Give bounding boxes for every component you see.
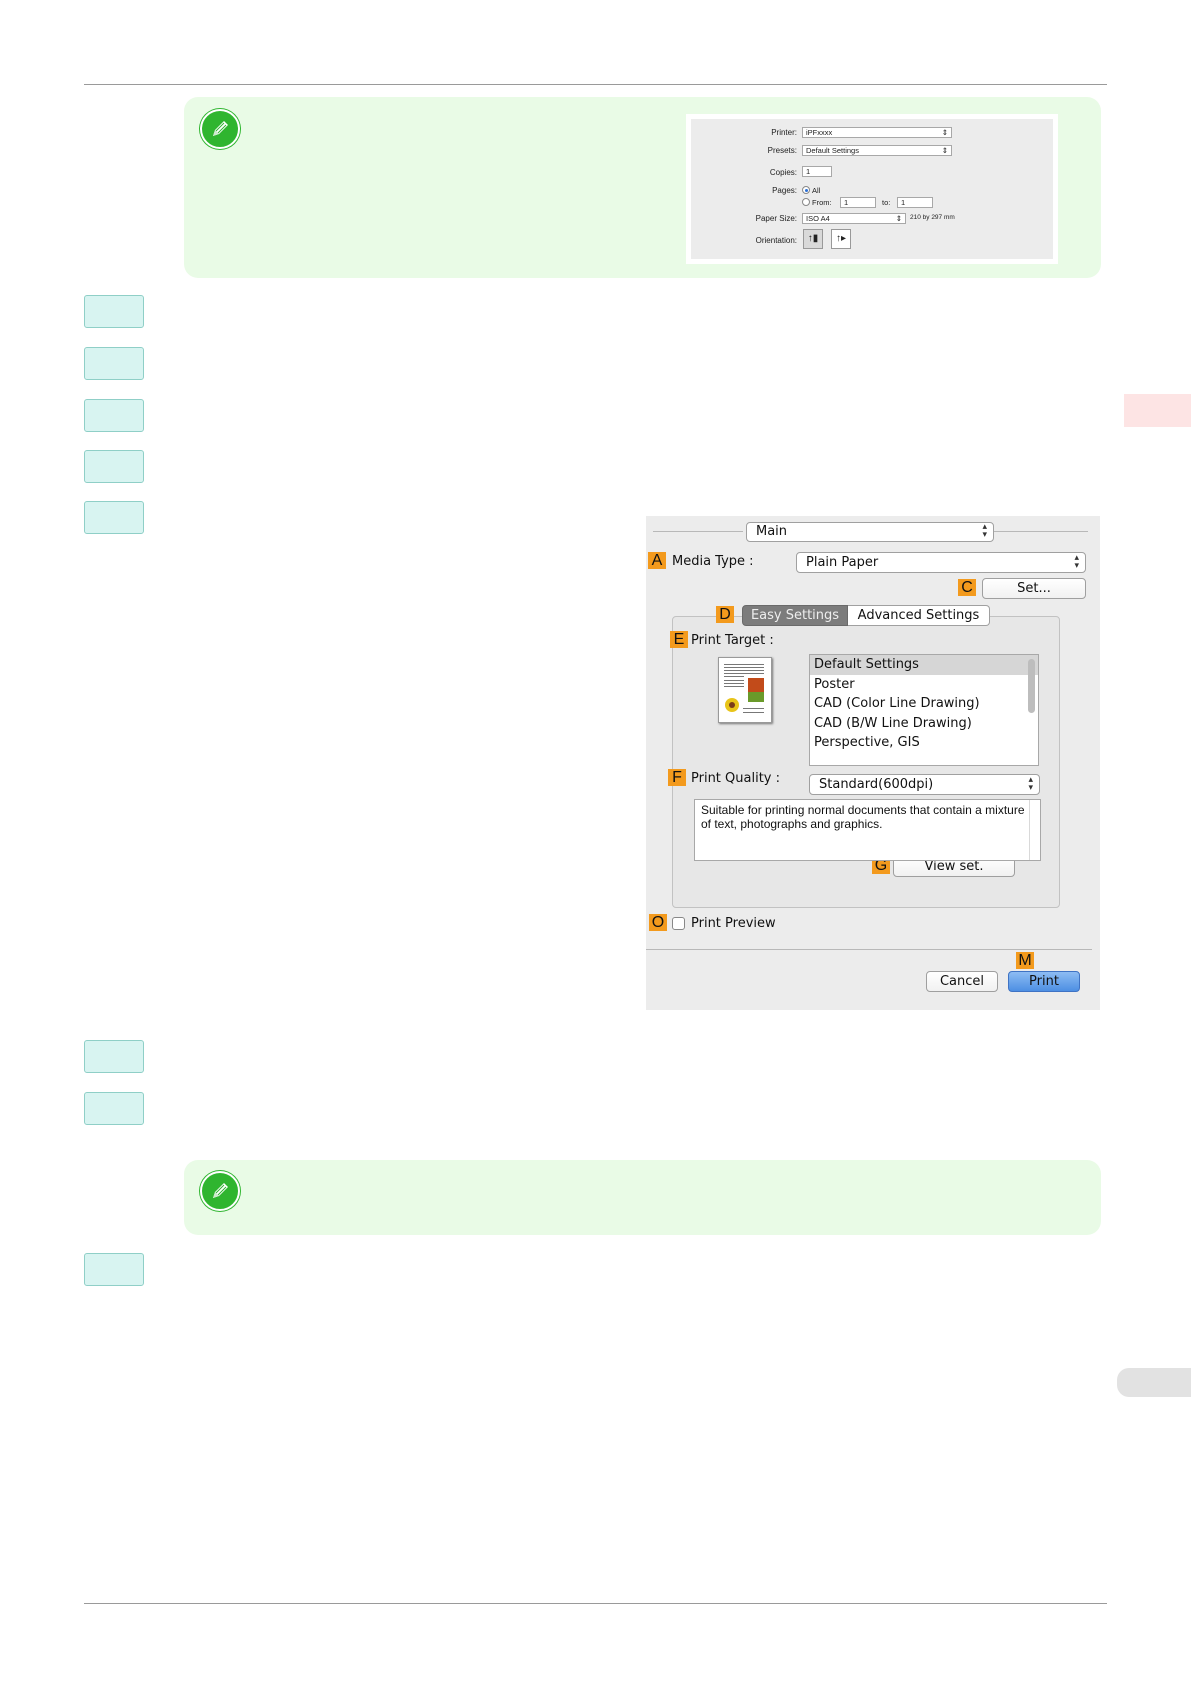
orientation-landscape-button[interactable]: ↑▸ — [831, 229, 851, 249]
note-pencil-icon — [200, 109, 240, 149]
badge-o: O — [649, 914, 667, 931]
landscape-icon: ↑▸ — [835, 233, 847, 244]
copies-label: Copies: — [769, 168, 797, 177]
printer-select[interactable]: iPFxxxx ⇕ — [802, 127, 952, 138]
step-marker-5 — [84, 501, 144, 534]
footer-divider — [646, 949, 1092, 950]
mini-print-dialog: Printer: iPFxxxx ⇕ Presets: Default Sett… — [686, 114, 1058, 264]
side-tab-gray — [1117, 1368, 1191, 1397]
pages-from-input[interactable]: 1 — [840, 197, 876, 208]
list-item[interactable]: CAD (B/W Line Drawing) — [810, 714, 1038, 734]
paper-size-label: Paper Size: — [755, 214, 797, 223]
portrait-icon: ↑▮ — [807, 233, 819, 244]
step-marker-6 — [84, 1040, 144, 1073]
panel-divider-left — [653, 531, 743, 532]
paper-size-dims: 210 by 297 mm — [910, 214, 955, 221]
step-marker-4 — [84, 450, 144, 483]
pages-all-label: All — [812, 186, 821, 195]
note-pencil-icon — [200, 1171, 240, 1211]
set-button[interactable]: Set... — [982, 578, 1086, 599]
pages-from-radio[interactable] — [802, 198, 810, 206]
print-target-preview — [718, 657, 772, 723]
bottom-rule — [84, 1603, 1107, 1604]
orientation-portrait-button[interactable]: ↑▮ — [803, 229, 823, 249]
tab-easy-settings[interactable]: Easy Settings — [742, 605, 848, 626]
panel-divider-right — [994, 531, 1088, 532]
note-box-2 — [184, 1160, 1101, 1235]
printer-driver-dialog: Main ▴ ▾ A Media Type : Plain Paper ▴ ▾ C … — [646, 516, 1100, 1010]
step-marker-7 — [84, 1092, 144, 1125]
panel-popup[interactable]: Main ▴ ▾ — [746, 522, 994, 542]
badge-a: A — [648, 552, 666, 569]
media-type-select[interactable]: Plain Paper ▴ ▾ — [796, 552, 1086, 573]
badge-c: C — [958, 579, 976, 596]
pages-to-label: to: — [882, 198, 891, 207]
print-preview-checkbox[interactable] — [672, 917, 685, 930]
list-item[interactable]: Perspective, GIS — [810, 733, 1038, 753]
step-marker-3 — [84, 399, 144, 432]
pages-from-label: From: — [812, 198, 832, 207]
print-button[interactable]: Print — [1008, 971, 1080, 992]
badge-f: F — [668, 769, 686, 786]
print-target-label: Print Target : — [691, 633, 774, 648]
orientation-label: Orientation: — [755, 236, 797, 245]
cancel-button[interactable]: Cancel — [926, 971, 998, 992]
media-type-label: Media Type : — [672, 554, 754, 569]
list-item[interactable]: Poster — [810, 675, 1038, 695]
presets-label: Presets: — [767, 146, 797, 155]
print-quality-label: Print Quality : — [691, 771, 781, 786]
print-preview-label: Print Preview — [691, 916, 776, 931]
list-scrollbar[interactable] — [1028, 659, 1035, 713]
paper-size-select[interactable]: ISO A4 ⇕ — [802, 213, 906, 224]
tab-advanced-settings[interactable]: Advanced Settings — [848, 605, 990, 626]
step-marker-2 — [84, 347, 144, 380]
print-target-list[interactable]: Default Settings Poster CAD (Color Line … — [809, 654, 1039, 766]
presets-select[interactable]: Default Settings ⇕ — [802, 145, 952, 156]
badge-d: D — [716, 606, 734, 623]
updown-icon: ▴ ▾ — [1074, 553, 1079, 571]
badge-m: M — [1016, 952, 1034, 969]
print-quality-select[interactable]: Standard(600dpi) ▴ ▾ — [809, 774, 1040, 795]
step-marker-1 — [84, 295, 144, 328]
pages-label: Pages: — [772, 186, 797, 195]
side-tab-highlight — [1124, 394, 1191, 427]
badge-e: E — [670, 631, 688, 648]
list-item[interactable]: Default Settings — [810, 655, 1038, 675]
print-quality-description: Suitable for printing normal documents t… — [694, 799, 1041, 861]
updown-icon: ▴ ▾ — [1028, 775, 1033, 793]
pages-all-radio[interactable] — [802, 186, 810, 194]
pages-to-input[interactable]: 1 — [897, 197, 933, 208]
top-rule — [84, 84, 1107, 85]
copies-input[interactable]: 1 — [802, 166, 832, 177]
list-item[interactable]: CAD (Color Line Drawing) — [810, 694, 1038, 714]
updown-icon: ▴ ▾ — [982, 522, 987, 540]
step-marker-8 — [84, 1253, 144, 1286]
printer-label: Printer: — [771, 128, 797, 137]
